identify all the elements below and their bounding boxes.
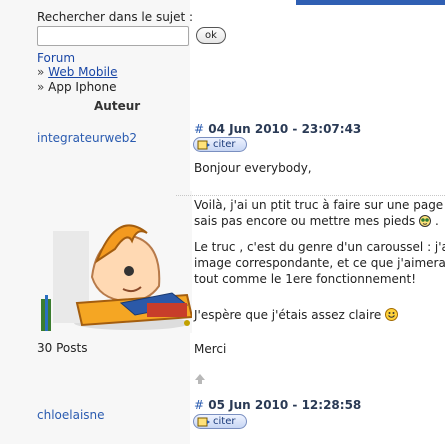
breadcrumb-item: » Web Mobile [37, 65, 118, 79]
quote-button-label: citer [213, 139, 236, 150]
up-arrow-icon[interactable] [194, 373, 206, 385]
happy-smiley-icon [385, 308, 399, 325]
post-meta: # 04 Jun 2010 - 23:07:43 [194, 122, 361, 136]
post-text-segment: . [434, 214, 439, 228]
breadcrumb-forum-link[interactable]: Forum [37, 51, 75, 65]
user-avatar [37, 191, 192, 333]
breadcrumb-item: » App Iphone [37, 80, 117, 94]
post-text-segment: J'espère que j'étais assez claire [194, 308, 382, 322]
search-label: Rechercher dans le sujet : [37, 10, 194, 24]
header-accent-bar [296, 0, 445, 5]
post-permalink[interactable]: # [194, 398, 204, 412]
cite-icon [197, 417, 211, 427]
breadcrumb-link-web-mobile[interactable]: Web Mobile [48, 65, 117, 79]
quote-button-label: citer [213, 416, 236, 427]
search-ok-button[interactable]: ok [196, 27, 226, 44]
post-text-line: Merci [194, 342, 227, 356]
post-permalink[interactable]: # [194, 122, 204, 136]
post-text-line: sais pas encore ou mettre mes pieds . [194, 213, 439, 231]
post-date: 05 Jun 2010 - 12:28:58 [204, 398, 362, 412]
cite-icon [197, 140, 211, 150]
author-column-header: Auteur [94, 99, 141, 113]
post-date: 04 Jun 2010 - 23:07:43 [204, 122, 362, 136]
post-text-segment: sais pas encore ou mettre mes pieds [194, 214, 416, 228]
breadcrumb-separator: » [37, 65, 49, 79]
breadcrumb-separator: » [37, 80, 49, 94]
post-count: 30 Posts [37, 341, 88, 355]
quote-button[interactable]: citer [193, 137, 247, 152]
post-text-line: tout comme le 1ere fonctionnement! [194, 272, 417, 286]
post-text-line: Bonjour everybody, [194, 161, 312, 175]
quote-button[interactable]: citer [193, 414, 247, 429]
post-author-link[interactable]: integrateurweb2 [37, 131, 137, 145]
post-text-line: image correspondante, et ce que j'aimera… [194, 256, 445, 270]
divider [176, 195, 445, 196]
post-text-line: J'espère que j'étais assez claire [194, 307, 399, 325]
breadcrumb-current: App Iphone [48, 80, 117, 94]
post-text-line: Voilà, j'ai un ptit truc à faire sur une… [194, 198, 445, 212]
search-input[interactable] [37, 26, 189, 46]
post-meta: # 05 Jun 2010 - 12:28:58 [194, 398, 361, 412]
post-text-line: Le truc , c'est du genre d'un caroussel … [194, 240, 445, 254]
nerd-smiley-icon [419, 215, 432, 231]
post-author-link[interactable]: chloelaisne [37, 408, 105, 422]
